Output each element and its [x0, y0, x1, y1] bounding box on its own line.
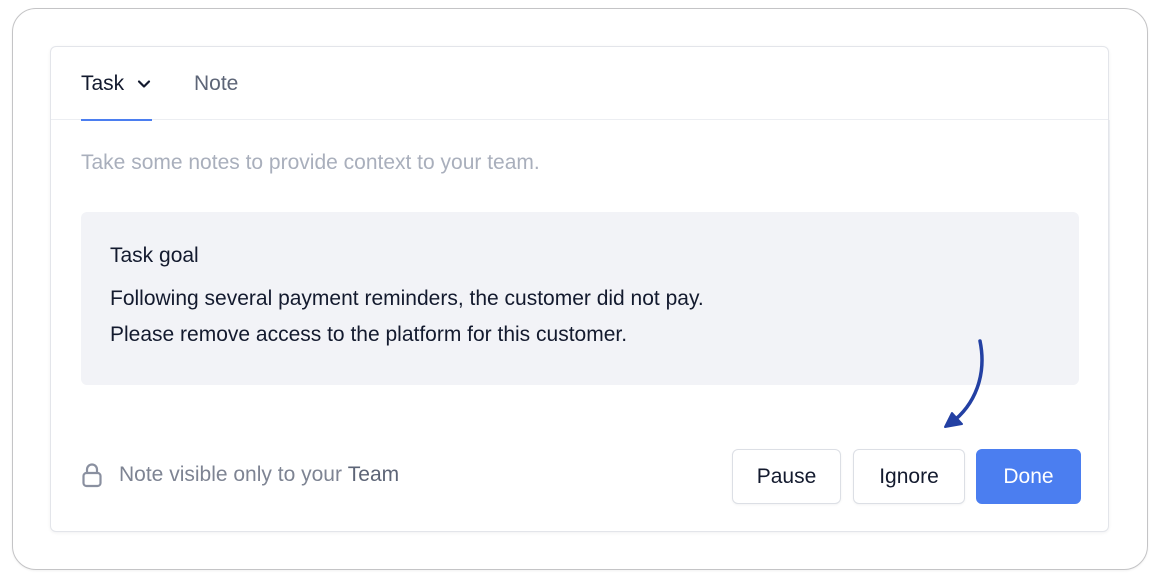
task-note-card: Task Note Take some notes to provide con…	[50, 46, 1110, 532]
pause-button[interactable]: Pause	[732, 449, 841, 504]
ignore-button[interactable]: Ignore	[853, 449, 965, 504]
visibility-text: Note visible only to your	[119, 463, 348, 486]
tab-task[interactable]: Task	[81, 47, 153, 121]
note-input-placeholder[interactable]: Take some notes to provide context to yo…	[81, 151, 540, 175]
chevron-down-icon[interactable]	[136, 76, 152, 92]
tab-bar: Task Note	[51, 47, 1108, 121]
tab-note-label: Note	[194, 71, 239, 95]
task-goal-title: Task goal	[110, 244, 199, 267]
tab-note[interactable]: Note	[194, 47, 238, 120]
done-button[interactable]: Done	[976, 449, 1081, 504]
divider	[1109, 120, 1110, 420]
active-tab-indicator	[81, 119, 153, 121]
lock-icon	[81, 462, 103, 488]
task-goal-line: Following several payment reminders, the…	[110, 287, 704, 310]
task-goal-line: Please remove access to the platform for…	[110, 323, 628, 346]
visibility-team: Team	[347, 463, 400, 486]
annotation-arrow-icon	[944, 339, 984, 428]
visibility-note: Note visible only to your Team	[81, 462, 399, 488]
task-goal-box: Task goal Following several payment remi…	[81, 212, 1079, 385]
tab-task-label: Task	[81, 71, 125, 95]
